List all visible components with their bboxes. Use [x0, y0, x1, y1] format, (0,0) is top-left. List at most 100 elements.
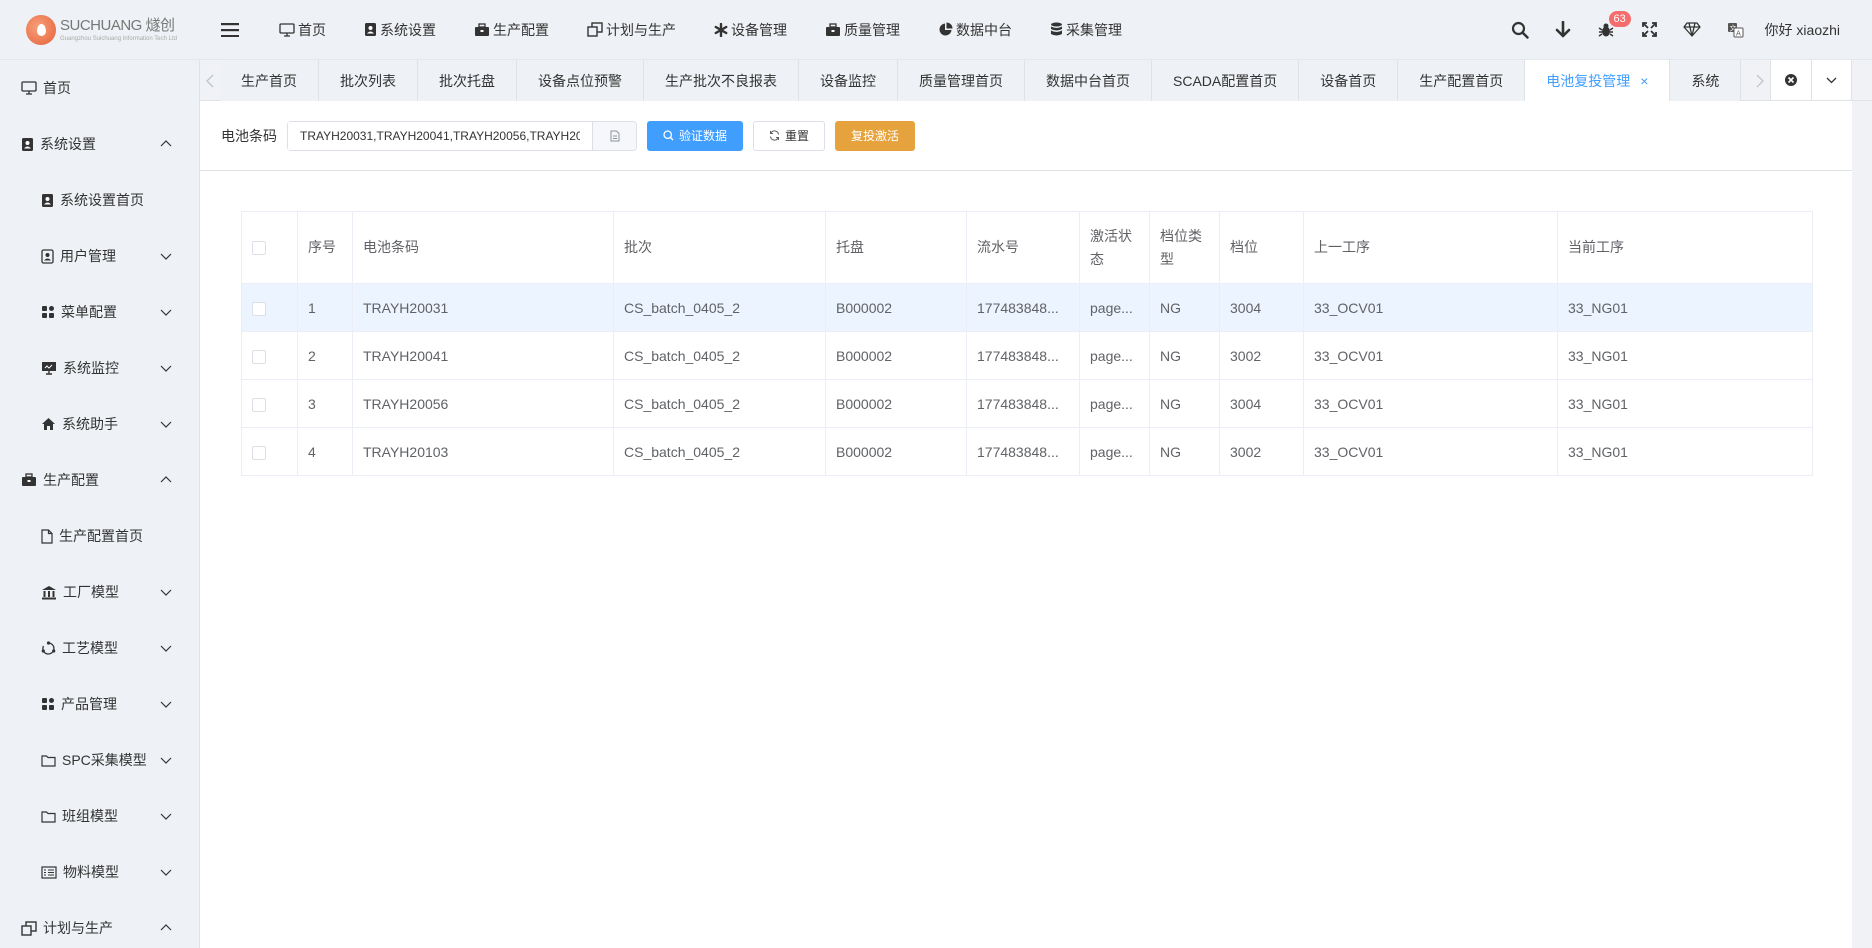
- tabs-scroll-right-button[interactable]: [1750, 60, 1770, 101]
- topnav-item-3[interactable]: 计划与生产: [568, 0, 695, 60]
- column-header: 批次: [613, 211, 826, 284]
- sidebar-item-label: 生产配置: [43, 472, 99, 488]
- topnav-item-7[interactable]: 采集管理: [1031, 0, 1141, 60]
- search-button[interactable]: [1499, 0, 1542, 60]
- tab-8[interactable]: SCADA配置首页: [1152, 60, 1300, 101]
- table-cell: 4: [297, 427, 353, 476]
- sidebar-item-4[interactable]: 菜单配置: [0, 284, 199, 340]
- sidebar-item-0[interactable]: 首页: [0, 60, 199, 116]
- topnav-item-1[interactable]: 系统设置: [345, 0, 455, 60]
- barcode-input[interactable]: [288, 121, 592, 150]
- tab-3[interactable]: 设备点位预警: [517, 60, 644, 101]
- chevron-down-icon: [1826, 77, 1837, 83]
- download-button[interactable]: [1542, 0, 1585, 60]
- sidebar-item-3[interactable]: 用户管理: [0, 228, 199, 284]
- user-greeting[interactable]: 你好 xiaozhi: [1765, 20, 1840, 40]
- tab-11[interactable]: 电池复投管理 ×: [1525, 60, 1671, 101]
- tab-label: 生产批次不良报表: [665, 72, 777, 89]
- column-header: 激活状态: [1079, 211, 1150, 284]
- sidebar-item-12[interactable]: SPC采集模型: [0, 732, 199, 788]
- sidebar-item-15[interactable]: 计划与生产: [0, 900, 199, 948]
- table-cell: TRAYH20103: [352, 427, 614, 476]
- tab-dropdown-button[interactable]: [1810, 60, 1852, 100]
- language-button[interactable]: 文A: [1714, 0, 1757, 60]
- chevron-down-icon: [160, 309, 172, 316]
- sidebar-item-11[interactable]: 产品管理: [0, 676, 199, 732]
- sidebar-item-10[interactable]: 工艺模型: [0, 620, 199, 676]
- list-icon: [41, 865, 57, 879]
- table-cell: 1: [297, 283, 353, 332]
- column-header: 当前工序: [1557, 211, 1813, 284]
- topnav-item-6[interactable]: 数据中台: [919, 0, 1031, 60]
- table-cell: page...: [1079, 283, 1150, 332]
- cycle-icon: [41, 640, 56, 655]
- tab-9[interactable]: 设备首页: [1299, 60, 1399, 101]
- tab-4[interactable]: 生产批次不良报表: [644, 60, 799, 101]
- topnav-item-label: 计划与生产: [606, 21, 676, 38]
- tab-1[interactable]: 批次列表: [319, 60, 418, 101]
- svg-text:A: A: [1736, 29, 1741, 37]
- sidebar-item-9[interactable]: 工厂模型: [0, 564, 199, 620]
- sidebar-item-13[interactable]: 班组模型: [0, 788, 199, 844]
- reset-button[interactable]: 重置: [753, 120, 826, 151]
- tab-label: SCADA配置首页: [1173, 72, 1278, 89]
- diamond-icon: [1683, 22, 1701, 37]
- column-header: 序号: [297, 211, 353, 284]
- table-row[interactable]: 4 TRAYH20103 CS_batch_0405_2 B000002 1774838…: [241, 427, 1813, 476]
- row-checkbox[interactable]: [252, 397, 266, 412]
- topnav-item-2[interactable]: 生产配置: [455, 0, 568, 60]
- fullscreen-button[interactable]: [1628, 0, 1671, 60]
- sidebar-item-1[interactable]: 系统设置: [0, 116, 199, 172]
- row-checkbox[interactable]: [252, 301, 266, 316]
- sidebar-item-label: 计划与生产: [43, 920, 113, 936]
- sidebar-item-label: 系统设置: [40, 136, 96, 152]
- close-tabs-button[interactable]: [1771, 60, 1811, 100]
- tab-5[interactable]: 设备监控: [799, 60, 898, 101]
- table-row[interactable]: 2 TRAYH20041 CS_batch_0405_2 B000002 1774838…: [241, 331, 1813, 380]
- sidebar-item-7[interactable]: 生产配置: [0, 452, 199, 508]
- table-cell: CS_batch_0405_2: [613, 331, 826, 380]
- tab-0[interactable]: 生产首页: [220, 60, 319, 101]
- sidebar-item-label: 系统监控: [63, 360, 119, 376]
- copy-icon: [21, 920, 37, 936]
- topnav-item-5[interactable]: 质量管理: [806, 0, 919, 60]
- tab-7[interactable]: 数据中台首页: [1025, 60, 1152, 101]
- select-all-cell[interactable]: [241, 211, 298, 284]
- select-all-checkbox[interactable]: [252, 241, 266, 256]
- table-cell: 177483848...: [966, 283, 1080, 332]
- table-cell: 33_NG01: [1557, 379, 1813, 428]
- table-row[interactable]: 1 TRAYH20031 CS_batch_0405_2 B000002 1774838…: [241, 283, 1813, 332]
- sidebar-item-5[interactable]: 系统监控: [0, 340, 199, 396]
- sidebar-item-14[interactable]: 物料模型: [0, 844, 199, 900]
- sidebar-item-6[interactable]: 系统助手: [0, 396, 199, 452]
- app-logo[interactable]: SUCHUANG 燧创 Guangzhou Suichuang Informat…: [0, 0, 200, 60]
- logo-subtitle: Guangzhou Suichuang Information Tech Ltd: [60, 35, 177, 42]
- tabs-scroll-left-button[interactable]: [200, 60, 220, 101]
- tab-10[interactable]: 生产配置首页: [1398, 60, 1526, 101]
- tab-tools: [1770, 60, 1852, 101]
- row-select-cell: [241, 331, 298, 380]
- tab-2[interactable]: 批次托盘: [418, 60, 517, 101]
- tab-close-icon[interactable]: ×: [1640, 73, 1648, 89]
- reactivate-button[interactable]: 复投激活: [835, 120, 916, 151]
- sidebar-item-8[interactable]: 生产配置首页: [0, 508, 199, 564]
- tab-label: 生产首页: [241, 72, 297, 89]
- tab-6[interactable]: 质量管理首页: [898, 60, 1025, 101]
- table-cell: 177483848...: [966, 331, 1080, 380]
- topnav-item-0[interactable]: 首页: [260, 0, 345, 60]
- table-header: 序号 电池条码 批次 托盘 流水号 激活状态 档位类型 档位 上一工序 当前工序: [241, 211, 1813, 284]
- row-checkbox[interactable]: [252, 445, 266, 460]
- tab-strip: 生产首页 批次列表 批次托盘 设备点位预警 生产批次不良报表 设备监控 质量管理首页 数据中台…: [220, 60, 1750, 101]
- verify-data-button[interactable]: 验证数据: [647, 120, 744, 151]
- table-row[interactable]: 3 TRAYH20056 CS_batch_0405_2 B000002 1774838…: [241, 379, 1813, 428]
- topnav-item-4[interactable]: 设备管理: [695, 0, 806, 60]
- row-checkbox[interactable]: [252, 349, 266, 364]
- notifications-button[interactable]: 63: [1585, 0, 1631, 60]
- menu-toggle-button[interactable]: [200, 0, 260, 60]
- theme-button[interactable]: [1671, 0, 1714, 60]
- table-cell: B000002: [825, 379, 967, 428]
- contact-book-icon: [365, 23, 376, 36]
- barcode-file-button[interactable]: [592, 121, 636, 150]
- tab-12[interactable]: 系统: [1670, 60, 1742, 101]
- sidebar-item-2[interactable]: 系统设置首页: [0, 172, 199, 228]
